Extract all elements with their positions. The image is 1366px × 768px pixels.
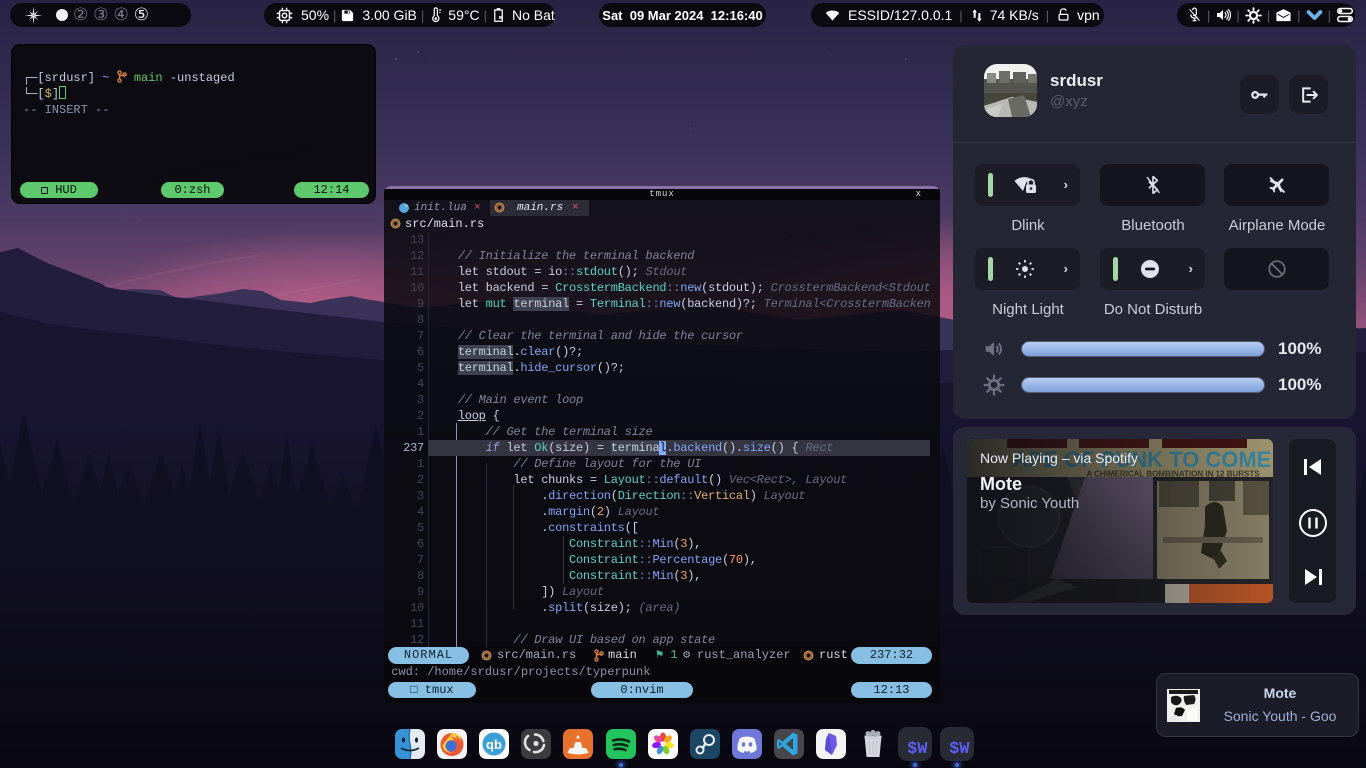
svg-text:$W: $W — [949, 740, 970, 759]
svg-text:qb: qb — [486, 737, 502, 752]
svg-text:$W: $W — [907, 740, 928, 759]
